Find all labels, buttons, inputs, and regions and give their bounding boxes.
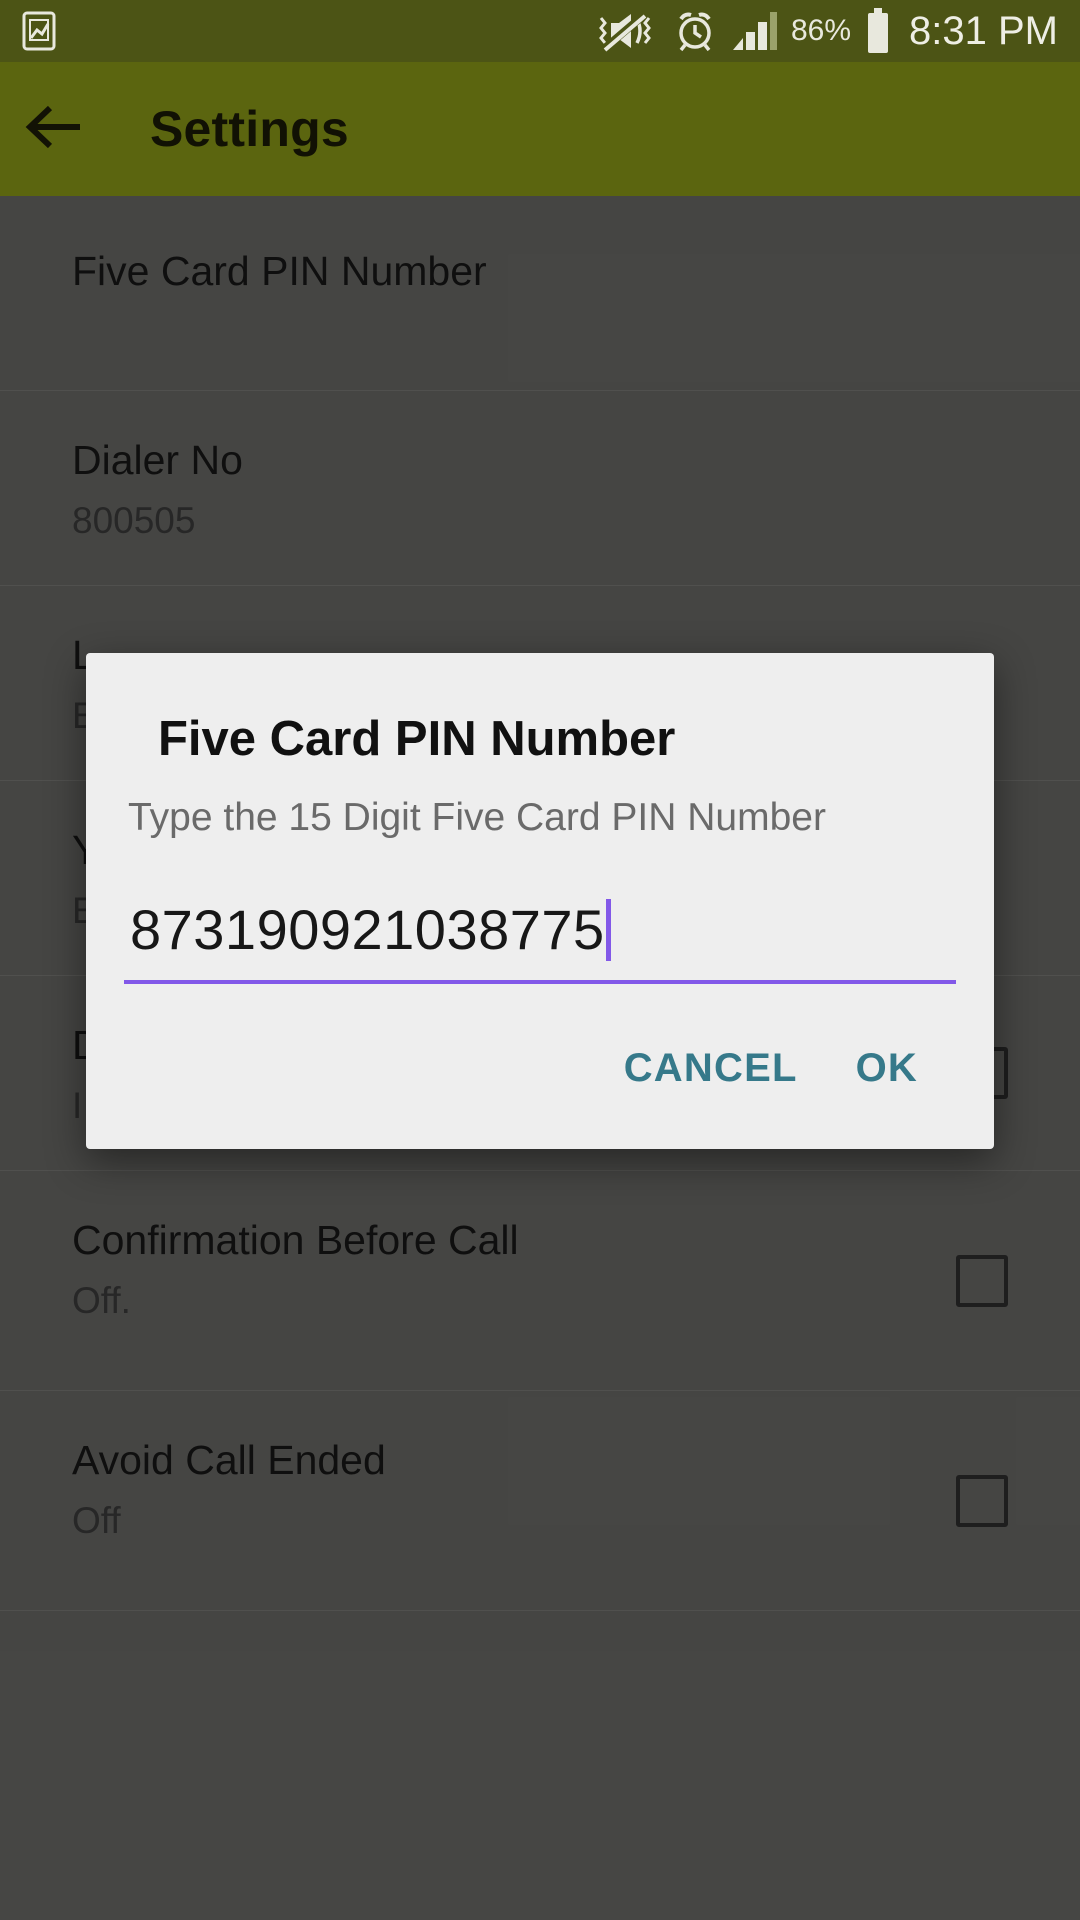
row-checkbox[interactable] — [956, 1254, 1008, 1307]
status-clock: 8:31 PM — [909, 9, 1058, 53]
pin-input-field[interactable]: 873190921038775 — [124, 897, 956, 985]
text-cursor — [605, 898, 611, 961]
back-arrow-icon — [24, 103, 86, 156]
cancel-button[interactable]: CANCEL — [624, 1046, 798, 1091]
page-title: Settings — [150, 101, 349, 157]
row-title: Avoid Call Ended — [72, 1437, 386, 1483]
signal-icon — [731, 10, 777, 52]
row-title: Confirmation Before Call — [72, 1217, 519, 1263]
screenshot-icon — [22, 11, 56, 51]
row-subtitle: Off — [72, 1500, 121, 1542]
settings-row-five-card-pin[interactable]: Five Card PIN Number — [0, 196, 1080, 391]
row-subtitle: 800505 — [72, 500, 196, 542]
settings-row-avoid-call-ended[interactable]: Avoid Call Ended Off — [0, 1391, 1080, 1611]
status-bar: 86% 8:31 PM — [0, 0, 1080, 62]
alarm-icon — [673, 9, 717, 53]
app-bar: Settings — [0, 62, 1080, 196]
vibrate-mute-icon — [597, 10, 659, 52]
phone-screen: 86% 8:31 PM Settings Five Card PIN Numbe… — [0, 0, 1080, 1920]
battery-icon — [865, 8, 891, 54]
ok-button[interactable]: OK — [856, 1046, 918, 1091]
dialog-message: Type the 15 Digit Five Card PIN Number — [128, 795, 826, 839]
back-button[interactable] — [0, 103, 110, 156]
row-title: Dialer No — [72, 437, 243, 483]
dialog-input-wrapper: 873190921038775 — [86, 842, 994, 985]
row-subtitle: Off. — [72, 1280, 131, 1322]
dialog-actions: CANCEL OK — [86, 984, 994, 1149]
settings-row-confirmation-before-call[interactable]: Confirmation Before Call Off. — [0, 1171, 1080, 1391]
pin-input-value: 873190921038775 — [130, 897, 605, 961]
row-checkbox[interactable] — [956, 1474, 1008, 1527]
row-title: Five Card PIN Number — [72, 248, 487, 294]
battery-percent-label: 86% — [790, 14, 852, 47]
settings-row-dialer-no[interactable]: Dialer No 800505 — [0, 391, 1080, 586]
dialog-title: Five Card PIN Number — [158, 712, 676, 766]
pin-input-dialog: Five Card PIN Number Type the 15 Digit F… — [86, 653, 994, 1150]
